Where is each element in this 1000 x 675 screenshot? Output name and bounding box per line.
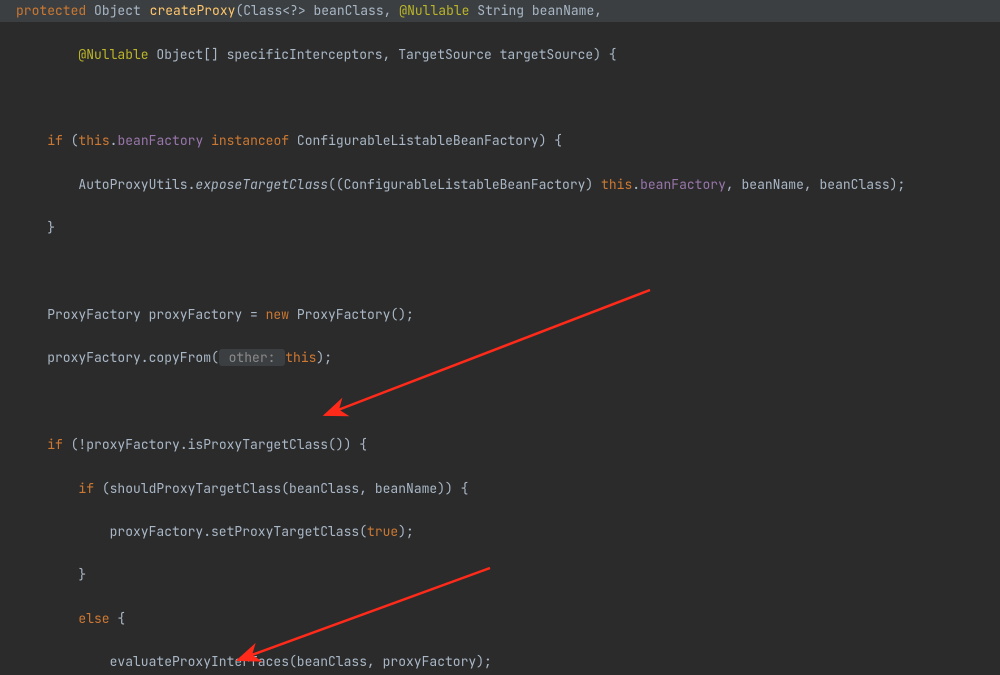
code-body[interactable]: @Nullable Object[] specificInterceptors,… (0, 22, 1000, 675)
type-object: Object (94, 0, 141, 22)
field-beanfactory: beanFactory (640, 176, 726, 193)
code-text: ( (63, 132, 79, 149)
kw-else: else (78, 610, 109, 627)
code-text: proxyFactory.setProxyTargetClass( (110, 523, 367, 540)
kw-new: new (266, 306, 289, 323)
kw-true: true (367, 523, 398, 540)
code-text: ); (398, 523, 414, 540)
code-text: ((ConfigurableListableBeanFactory) (328, 176, 601, 193)
code-editor[interactable]: protected Object createProxy(Class<?> be… (0, 0, 1000, 675)
field-beanfactory: beanFactory (117, 132, 203, 149)
code-text: ); (316, 349, 332, 366)
code-text: { (110, 610, 126, 627)
code-text: (shouldProxyTargetClass(beanClass, beanN… (94, 480, 468, 497)
code-text: evaluateProxyInterfaces(beanClass, proxy… (110, 653, 492, 670)
sig-param1: (Class<?> beanClass, (235, 0, 399, 22)
code-text: ProxyFactory(); (289, 306, 414, 323)
brace: } (47, 219, 55, 236)
kw-if: if (78, 480, 94, 497)
kw-protected: protected (16, 0, 86, 22)
kw-instanceof: instanceof (211, 132, 289, 149)
kw-this: this (601, 176, 632, 193)
sig-param2: String beanName, (469, 0, 602, 22)
code-text: Object[] specificInterceptors, TargetSou… (149, 46, 617, 63)
annotation-nullable: @Nullable (78, 46, 148, 63)
code-text: , beanName, beanClass); (726, 176, 905, 193)
method-signature-bar: protected Object createProxy(Class<?> be… (0, 0, 1000, 22)
brace: } (78, 566, 86, 583)
code-text: ConfigurableListableBeanFactory) { (297, 132, 562, 149)
code-text: ProxyFactory proxyFactory = (47, 306, 265, 323)
method-call: exposeTargetClass (195, 176, 328, 193)
code-text: AutoProxyUtils. (78, 176, 195, 193)
annotation-nullable: @Nullable (399, 0, 469, 22)
kw-if: if (47, 132, 63, 149)
method-name: createProxy (150, 0, 236, 22)
kw-if: if (47, 436, 63, 453)
code-text: proxyFactory.copyFrom( (47, 349, 219, 366)
kw-this: this (285, 349, 316, 366)
kw-this: this (78, 132, 109, 149)
code-text: (!proxyFactory.isProxyTargetClass()) { (63, 436, 367, 453)
param-hint: other: (219, 349, 285, 366)
